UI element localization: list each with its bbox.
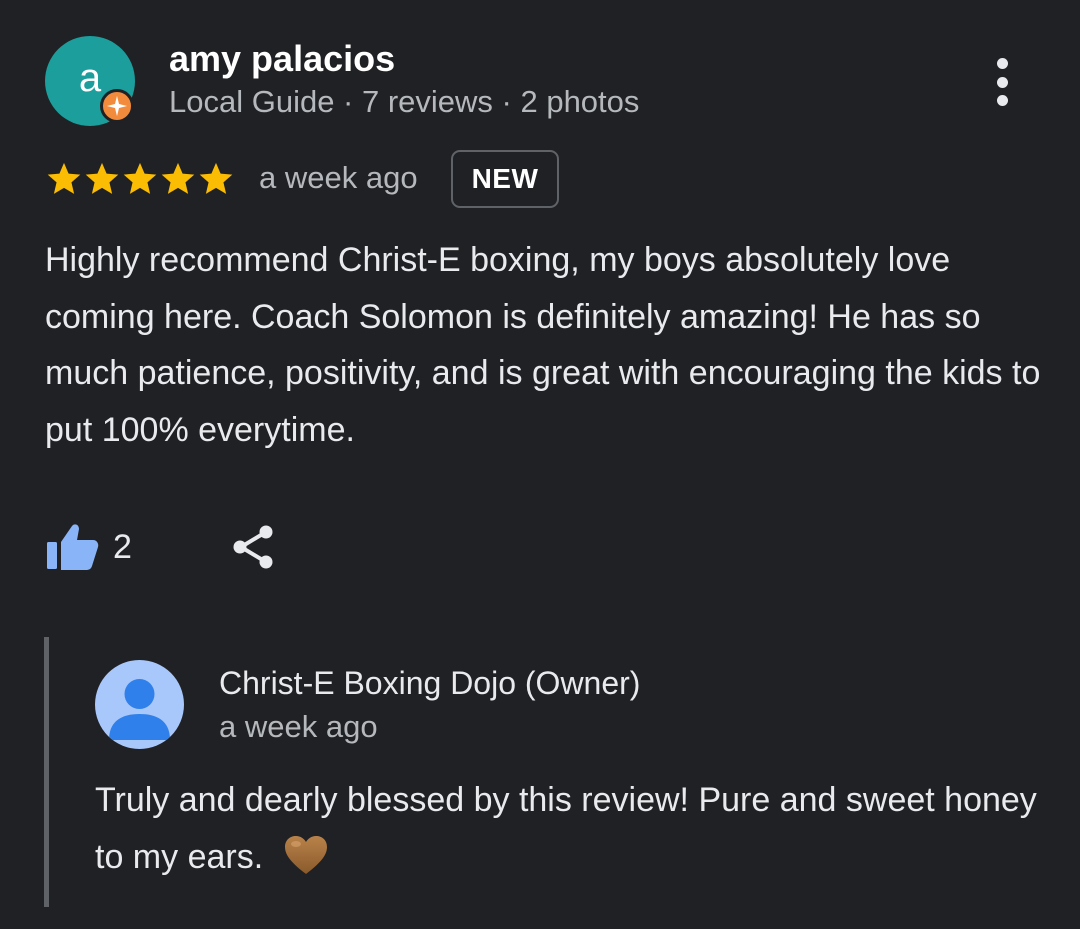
more-dot (996, 95, 1008, 106)
like-count: 2 (113, 527, 132, 566)
star-rating (45, 160, 235, 200)
reply-text-block: Truly and dearly blessed by this review!… (95, 772, 1045, 885)
star-icon (47, 162, 81, 194)
brown-heart-icon (284, 835, 327, 874)
reply-time: a week ago (219, 709, 378, 744)
star-icon (199, 162, 233, 194)
star-icon (85, 162, 119, 194)
more-dot (996, 76, 1008, 88)
owner-avatar[interactable] (95, 660, 184, 749)
star-icon (123, 162, 157, 194)
reply-text: Truly and dearly blessed by this review!… (95, 781, 1037, 876)
review-text: Highly recommend Christ-E boxing, my boy… (45, 241, 1041, 449)
reviewer-name[interactable]: amy palacios (169, 36, 395, 82)
new-badge: NEW (451, 150, 559, 208)
thumbs-up-icon (47, 524, 99, 570)
owner-name: Christ-E Boxing Dojo (Owner) (219, 665, 641, 701)
more-options-button[interactable] (980, 52, 1024, 112)
star-icon (161, 162, 195, 194)
review-time: a week ago (259, 160, 418, 195)
avatar-letter: a (78, 55, 102, 100)
local-guide-badge-icon (100, 89, 134, 123)
reply-divider (44, 637, 49, 907)
reviewer-meta: Local Guide · 7 reviews · 2 photos (169, 84, 640, 119)
share-icon (233, 525, 273, 569)
person-avatar-icon (109, 679, 170, 740)
share-button[interactable] (228, 522, 278, 572)
like-button[interactable]: 2 (45, 520, 132, 574)
more-vertical-icon (996, 58, 1008, 69)
